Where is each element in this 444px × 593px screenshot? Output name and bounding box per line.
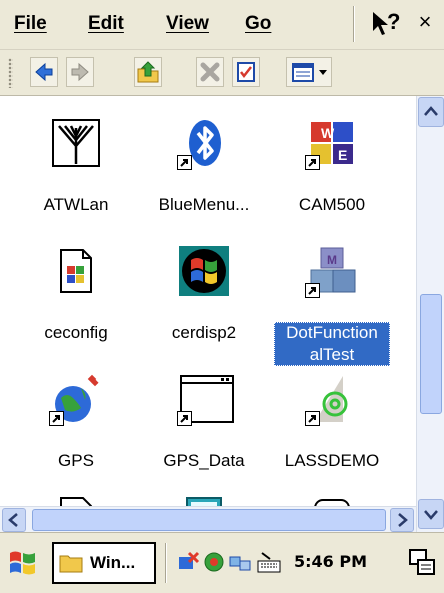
shortcut-arrow-icon bbox=[305, 411, 320, 426]
svg-text:E: E bbox=[338, 147, 347, 163]
document-icon: abc bbox=[51, 494, 101, 506]
menu-bar: File Edit View Go ? × bbox=[0, 0, 444, 50]
file-label-selected: DotFunction alTest bbox=[274, 322, 390, 366]
help-button[interactable]: ? bbox=[370, 9, 406, 39]
file-item-ceconfig[interactable]: ceconfig bbox=[16, 246, 136, 344]
shortcut-arrow-icon bbox=[305, 155, 320, 170]
scroll-thumb[interactable] bbox=[420, 294, 442, 414]
taskbar-window-button[interactable]: Win... bbox=[52, 542, 156, 584]
shortcut-arrow-icon bbox=[305, 283, 320, 298]
scroll-up-button[interactable] bbox=[418, 97, 444, 127]
taskbar-clock[interactable]: 5:46 PM bbox=[294, 552, 367, 571]
toolbar bbox=[0, 50, 444, 96]
view-dropdown-button[interactable] bbox=[286, 57, 332, 87]
file-item-partial-network[interactable] bbox=[272, 494, 392, 506]
file-label-line-1: DotFunction bbox=[286, 323, 378, 342]
scroll-right-button[interactable] bbox=[390, 508, 414, 532]
chevron-left-icon bbox=[8, 513, 18, 527]
file-item-atwlan[interactable]: ATWLan bbox=[16, 118, 136, 216]
forward-button[interactable] bbox=[66, 57, 94, 87]
bluetooth-icon bbox=[177, 118, 229, 170]
file-item-dotfunctionaltest[interactable]: M DotFunction alTest bbox=[272, 246, 392, 366]
properties-button[interactable] bbox=[232, 57, 260, 87]
menu-view[interactable]: View bbox=[166, 13, 209, 35]
back-button[interactable] bbox=[30, 57, 58, 87]
file-item-bluemenu[interactable]: BlueMenu... bbox=[144, 118, 264, 216]
file-label: GPS bbox=[58, 451, 94, 470]
file-label: CAM500 bbox=[298, 195, 366, 214]
input-panel-icon bbox=[409, 549, 435, 575]
up-folder-icon bbox=[137, 61, 159, 83]
globe-satellite-icon bbox=[49, 374, 101, 426]
blocks-icon: M bbox=[305, 246, 357, 298]
tray-connection-icon[interactable] bbox=[228, 549, 252, 575]
close-button[interactable]: × bbox=[412, 9, 438, 39]
file-item-partial-calculator[interactable] bbox=[144, 494, 264, 506]
windows-start-icon bbox=[10, 551, 35, 575]
shortcut-arrow-icon bbox=[177, 411, 192, 426]
tray-usb-icon[interactable] bbox=[176, 549, 200, 575]
cam-blocks-icon: WE bbox=[305, 118, 357, 170]
taskbar-window-label: Win... bbox=[90, 553, 136, 572]
shortcut-arrow-icon bbox=[49, 411, 64, 426]
scroll-left-button[interactable] bbox=[2, 508, 26, 532]
file-label: LASSDEMO bbox=[284, 451, 380, 470]
file-label: cerdisp2 bbox=[171, 323, 237, 342]
file-label-line-2: alTest bbox=[309, 345, 355, 364]
tray-keyboard-icon[interactable] bbox=[256, 549, 281, 575]
file-item-gps[interactable]: GPS bbox=[16, 374, 136, 472]
horizontal-scroll-thumb[interactable] bbox=[32, 509, 386, 531]
file-item-cam500[interactable]: WE CAM500 bbox=[272, 118, 392, 216]
file-label: GPS_Data bbox=[163, 451, 245, 470]
network-icon bbox=[307, 494, 357, 506]
folder-icon bbox=[59, 555, 83, 573]
start-button[interactable] bbox=[6, 547, 40, 581]
view-icon bbox=[292, 63, 327, 82]
file-item-partial-document[interactable]: abc bbox=[16, 494, 136, 506]
scroll-down-button[interactable] bbox=[418, 499, 444, 529]
help-question-mark: ? bbox=[387, 9, 401, 34]
menu-go[interactable]: Go bbox=[245, 13, 271, 35]
chevron-down-icon bbox=[424, 510, 438, 520]
toolbar-grip[interactable] bbox=[8, 58, 13, 88]
menu-edit[interactable]: Edit bbox=[88, 13, 124, 35]
chevron-up-icon bbox=[424, 106, 438, 116]
back-icon bbox=[35, 62, 53, 82]
tray-separator bbox=[165, 543, 167, 583]
shortcut-arrow-icon bbox=[177, 155, 192, 170]
menu-file[interactable]: File bbox=[14, 13, 47, 35]
delete-icon bbox=[200, 62, 220, 82]
windows-flag-icon bbox=[179, 246, 229, 296]
green-at-icon bbox=[305, 374, 357, 426]
tray-network-icon[interactable] bbox=[202, 549, 226, 575]
delete-button[interactable] bbox=[196, 57, 224, 87]
horizontal-scrollbar[interactable] bbox=[0, 506, 416, 532]
file-label: BlueMenu... bbox=[158, 195, 250, 214]
properties-icon bbox=[237, 62, 255, 82]
antenna-icon bbox=[51, 118, 101, 168]
window-app-icon bbox=[177, 374, 234, 426]
vertical-scrollbar[interactable] bbox=[416, 96, 444, 532]
up-folder-button[interactable] bbox=[134, 57, 162, 87]
file-item-cerdisp2[interactable]: cerdisp2 bbox=[144, 246, 264, 344]
forward-icon bbox=[71, 62, 89, 82]
menu-separator bbox=[353, 6, 355, 42]
svg-text:W: W bbox=[321, 125, 335, 141]
file-item-lassdemo[interactable]: LASSDEMO bbox=[272, 374, 392, 472]
file-item-gps-data[interactable]: GPS_Data bbox=[144, 374, 264, 472]
input-panel-button[interactable] bbox=[408, 547, 438, 579]
svg-text:M: M bbox=[327, 253, 337, 267]
chevron-right-icon bbox=[398, 513, 408, 527]
config-document-icon bbox=[51, 246, 101, 296]
file-label: ceconfig bbox=[44, 323, 108, 342]
calculator-icon bbox=[179, 494, 229, 506]
file-label: ATWLan bbox=[43, 195, 109, 214]
taskbar: Win... 5:46 PM bbox=[0, 532, 444, 593]
file-list-view[interactable]: ATWLan BlueMenu... WE CAM500 ceconfig ce… bbox=[0, 96, 416, 506]
